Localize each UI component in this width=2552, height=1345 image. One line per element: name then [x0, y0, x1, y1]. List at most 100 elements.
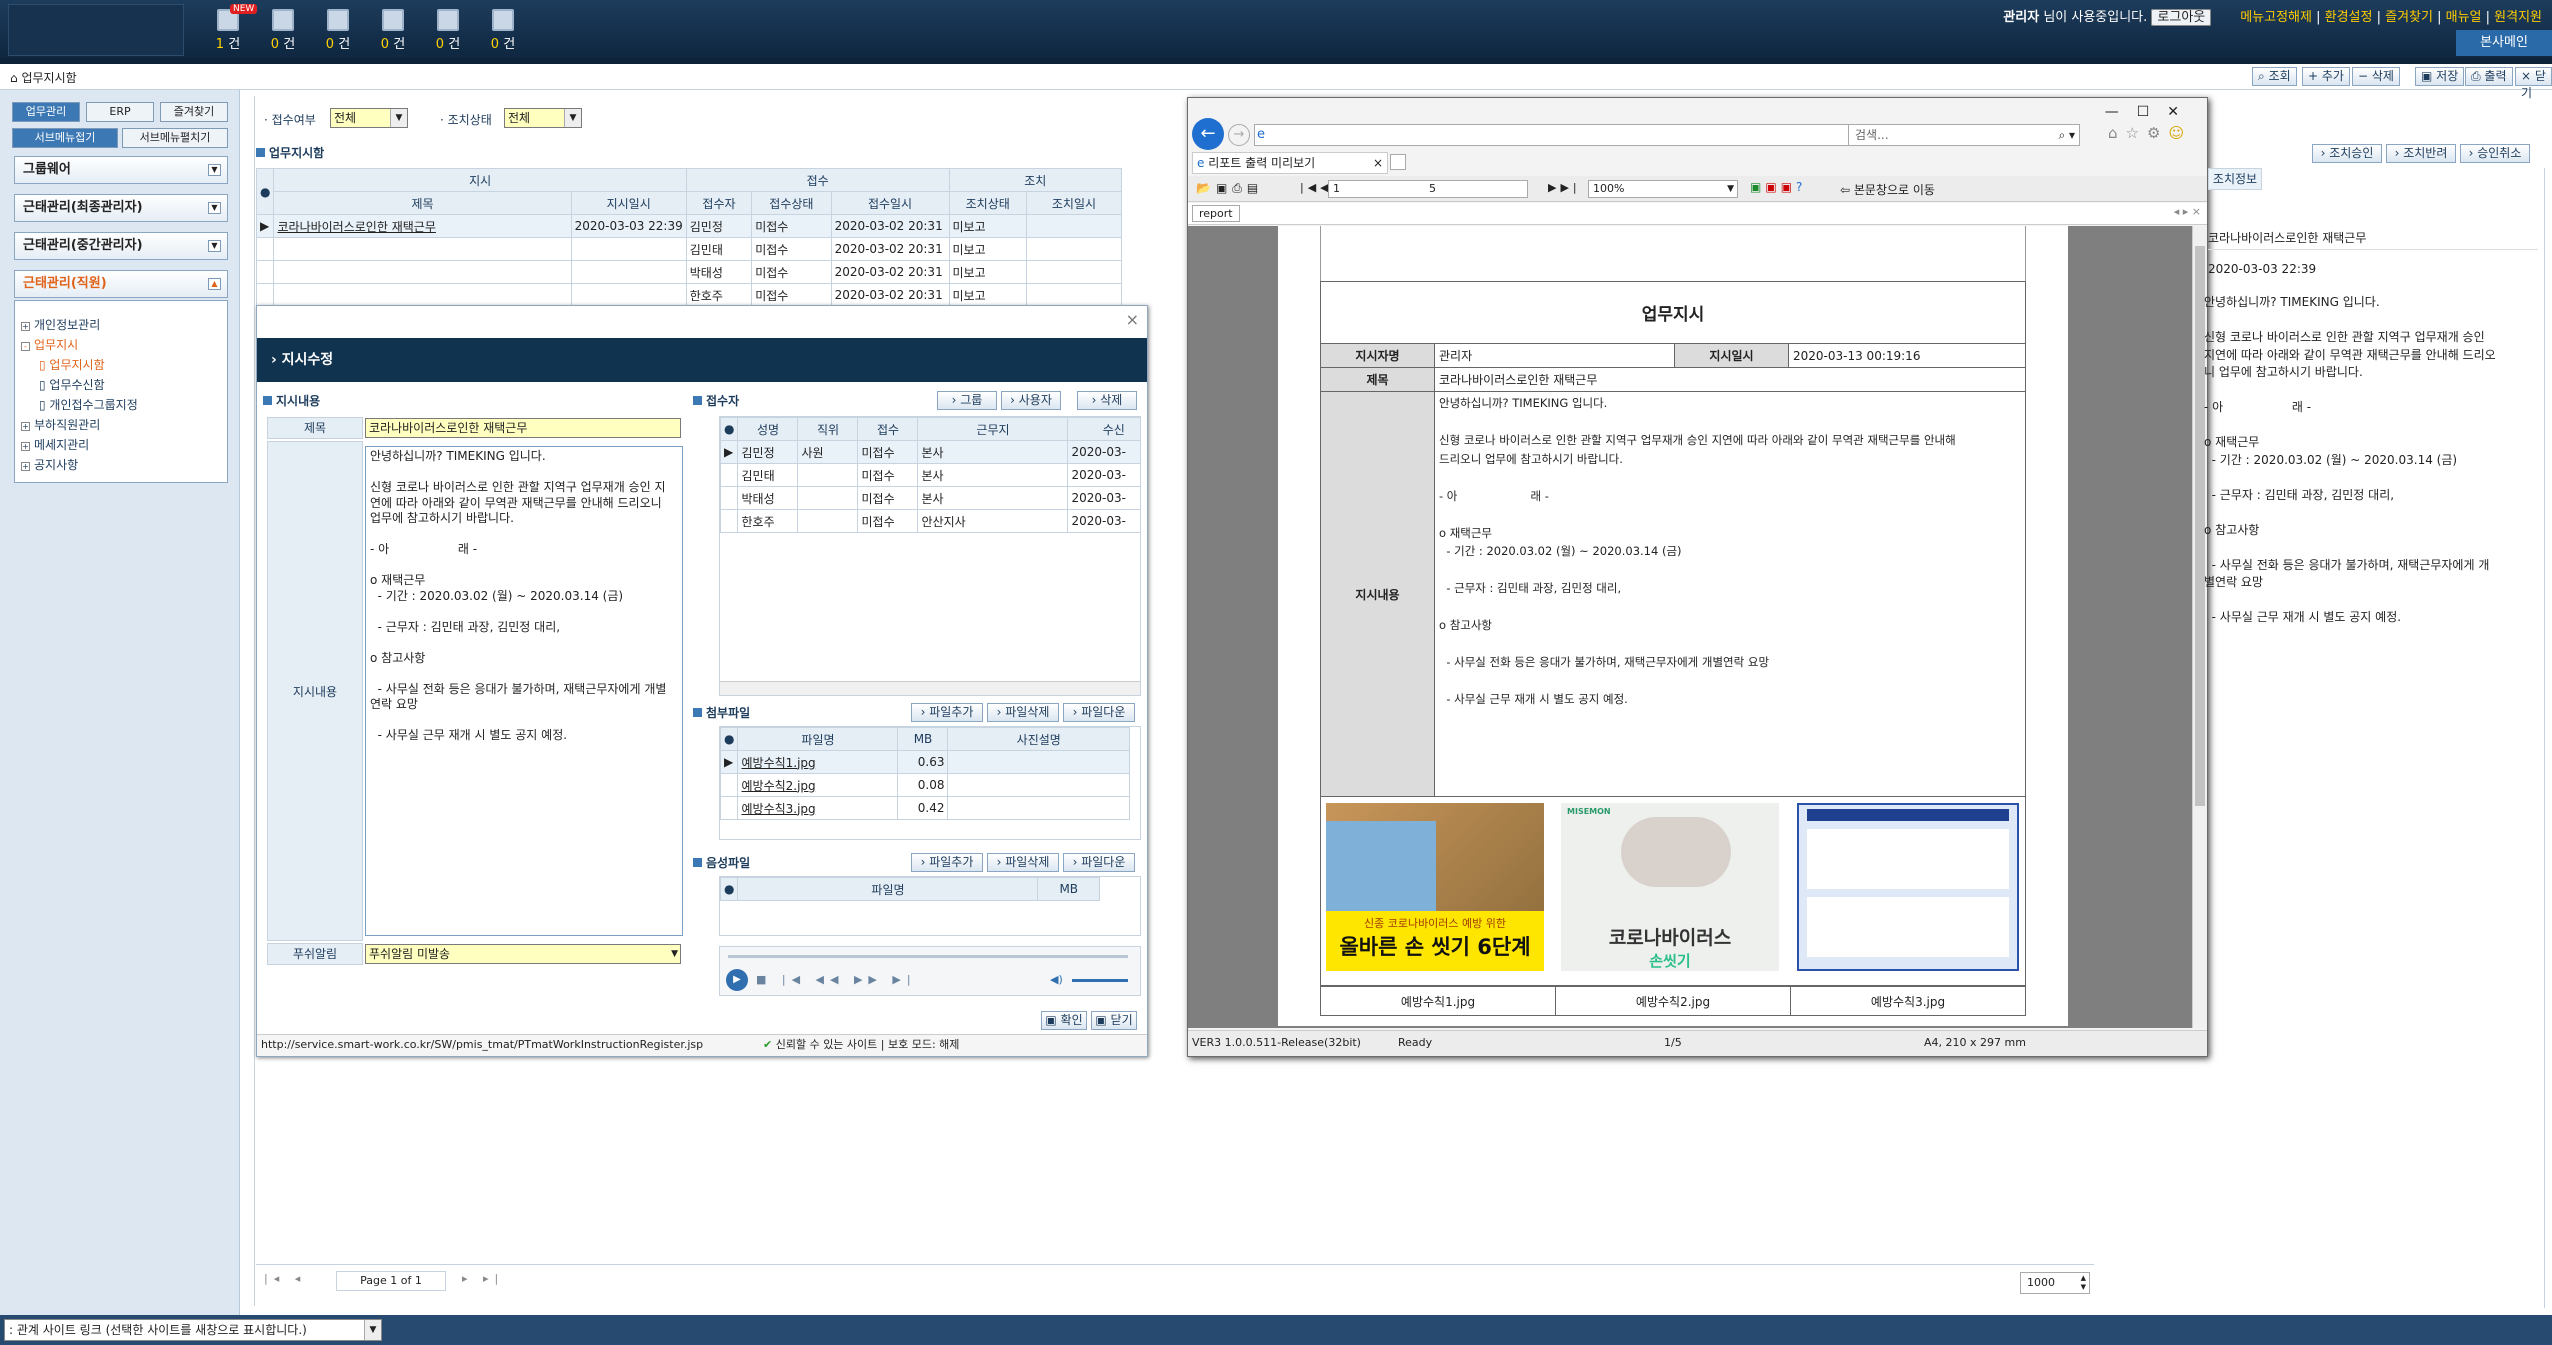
- browser-tab[interactable]: e 리포트 출력 미리보기 ×: [1192, 152, 1388, 174]
- menu-group-final-admin[interactable]: 근태관리(최종관리자) ▼: [14, 194, 228, 222]
- goto-main-button[interactable]: ⇦ 본문창으로 이동: [1840, 181, 1935, 198]
- mail-icon[interactable]: 0 건: [314, 6, 362, 54]
- tree-item-subordinates[interactable]: + 부하직원관리: [21, 416, 100, 433]
- delete-receiver-button[interactable]: › 삭제: [1077, 391, 1137, 410]
- close-button[interactable]: × 닫기: [2515, 67, 2552, 100]
- save-button[interactable]: ▣ 저장: [2415, 67, 2465, 86]
- user-button[interactable]: › 사용자: [1001, 391, 1061, 410]
- home-icon[interactable]: ⌂: [10, 71, 18, 85]
- dialog-close-icon[interactable]: ×: [1126, 310, 1139, 329]
- logout-button[interactable]: 로그아웃: [2151, 9, 2212, 26]
- table-row[interactable]: 한호주 미접수 안산지사 2020-03-: [720, 509, 1140, 533]
- submenu-expand-button[interactable]: 서브메뉴펼치기: [122, 128, 228, 148]
- table-row[interactable]: 박태성 미접수 2020-03-02 20:31 미보고: [255, 260, 1123, 284]
- table-row[interactable]: ▶ 코라나바이러스로인한 재택근무 2020-03-03 22:39 김민정 미접수 20…: [255, 214, 1123, 238]
- link-manual[interactable]: 매뉴얼: [2446, 10, 2482, 25]
- add-button[interactable]: + 추가: [2302, 67, 2350, 86]
- link-remote[interactable]: 원격지원: [2494, 10, 2542, 25]
- action-filter-select[interactable]: 전체 ▼: [504, 108, 582, 128]
- zoom-select[interactable]: 100% ▼: [1588, 180, 1738, 198]
- download-file-button[interactable]: › 파일다운: [1063, 703, 1135, 722]
- tab-work[interactable]: 업무관리: [12, 102, 80, 122]
- col-receipt-status[interactable]: 접수상태: [751, 191, 832, 215]
- delete-button[interactable]: − 삭제: [2352, 67, 2400, 86]
- col-date[interactable]: 지시일시: [570, 191, 687, 215]
- approve-action-button[interactable]: › 조치승인: [2312, 144, 2382, 163]
- link-settings[interactable]: 환경설정: [2325, 10, 2373, 25]
- delete-audio-button[interactable]: › 파일삭제: [987, 853, 1059, 872]
- report-tool-icons[interactable]: 📂▣⎙▤: [1196, 181, 1263, 196]
- tab-action-info[interactable]: 조치정보: [2208, 168, 2262, 190]
- table-row[interactable]: 김민태 미접수 본사 2020-03-: [720, 463, 1140, 487]
- receipt-filter-select[interactable]: 전체 ▼: [330, 108, 408, 128]
- next-last-icon[interactable]: ▸ ▸|: [462, 1272, 504, 1285]
- subject-input[interactable]: 코라나바이러스로인한 재택근무: [365, 418, 681, 438]
- volume-icon[interactable]: ◀): [1050, 973, 1063, 986]
- confirm-button[interactable]: ▣ 확인: [1041, 1011, 1087, 1030]
- last-page-icon[interactable]: ▶▶|: [1548, 181, 1581, 194]
- reject-action-button[interactable]: › 조치반려: [2386, 144, 2456, 163]
- play-icon[interactable]: ▶: [726, 969, 748, 991]
- table-row[interactable]: 한호주 미접수 2020-03-02 20:31 미보고: [255, 283, 1123, 307]
- table-row[interactable]: ▶ 김민정 사원 미접수 본사 2020-03-: [720, 440, 1140, 464]
- col-title[interactable]: 제목: [273, 191, 572, 215]
- tree-item-notices[interactable]: + 공지사항: [21, 456, 78, 473]
- address-bar[interactable]: e ▼ ↻: [1254, 124, 1914, 146]
- col-receipt-date[interactable]: 접수일시: [830, 191, 950, 215]
- download-audio-button[interactable]: › 파일다운: [1063, 853, 1135, 872]
- tab-close-icon[interactable]: ×: [1373, 153, 1383, 173]
- add-audio-button[interactable]: › 파일추가: [911, 853, 983, 872]
- report-tab[interactable]: report: [1192, 205, 1240, 222]
- spinner-icon[interactable]: ▲ ▼: [2081, 1274, 2086, 1292]
- rows-per-page-input[interactable]: 1000 ▲ ▼: [2020, 1272, 2090, 1294]
- table-row[interactable]: 김민태 미접수 2020-03-02 20:31 미보고: [255, 237, 1123, 261]
- horizontal-scrollbar[interactable]: [720, 681, 1140, 695]
- delete-file-button[interactable]: › 파일삭제: [987, 703, 1059, 722]
- col-receiver[interactable]: 접수자: [685, 191, 753, 215]
- related-sites-select[interactable]: : 관계 사이트 링크 (선택한 사이트를 새창으로 표시합니다.) ▼: [4, 1319, 382, 1341]
- tree-item-personal-info[interactable]: + 개인정보관리: [21, 316, 100, 333]
- link-menu-fix[interactable]: 메뉴고정해제: [2240, 10, 2312, 25]
- notice-icon[interactable]: 0 건: [479, 6, 527, 54]
- table-row[interactable]: 예방수칙3.jpg 0.42: [720, 796, 1130, 820]
- schedule-icon[interactable]: 0 건: [369, 6, 417, 54]
- group-button[interactable]: › 그룹: [937, 391, 997, 410]
- maximize-icon[interactable]: ☐: [2137, 104, 2168, 120]
- approval-icon[interactable]: NEW 1 건: [204, 4, 258, 54]
- tab-nav-icon[interactable]: ◂ ▸ ×: [2174, 205, 2201, 218]
- inbox-icon[interactable]: 0 건: [259, 6, 307, 54]
- table-row[interactable]: 박태성 미접수 본사 2020-03-: [720, 486, 1140, 510]
- print-button[interactable]: ⎙ 출력: [2465, 67, 2513, 86]
- menu-group-employee[interactable]: 근태관리(직원) ▲: [14, 270, 228, 298]
- export-icons[interactable]: ▣▣▣?: [1750, 180, 1806, 194]
- tree-item-instruction-box[interactable]: ▯ 업무지시함: [39, 356, 105, 373]
- window-close-icon[interactable]: ✕: [2167, 104, 2197, 120]
- dialog-close-button[interactable]: ▣ 닫기: [1091, 1011, 1137, 1030]
- submenu-collapse-button[interactable]: 서브메뉴접기: [12, 128, 118, 148]
- search-icon[interactable]: ⌕ ▾: [2058, 125, 2075, 145]
- tree-item-messages[interactable]: + 메세지관리: [21, 436, 89, 453]
- tab-erp[interactable]: ERP: [86, 102, 154, 122]
- back-icon[interactable]: ←: [1192, 118, 1224, 150]
- gear-icon[interactable]: ⚙: [2147, 124, 2168, 142]
- menu-group-groupware[interactable]: 그룹웨어 ▼: [14, 156, 228, 184]
- player-controls-icon[interactable]: ■ |◀ ◀◀ ▶▶ ▶|: [756, 973, 917, 986]
- audio-progress-bar[interactable]: [728, 955, 1128, 958]
- col-action-date[interactable]: 조치일시: [1025, 191, 1123, 215]
- content-textarea[interactable]: 안녕하십니까? TIMEKING 입니다. 신형 코로나 바이러스로 인한 관할…: [365, 446, 683, 936]
- add-file-button[interactable]: › 파일추가: [911, 703, 983, 722]
- notify-select[interactable]: 푸쉬알림 미발송 ▼: [365, 944, 681, 964]
- star-icon[interactable]: ☆: [2126, 124, 2147, 142]
- search-button[interactable]: ⌕ 조회: [2252, 67, 2297, 86]
- tree-item-receipt-group[interactable]: ▯ 개인접수그룹지정: [39, 396, 138, 413]
- menu-group-mid-admin[interactable]: 근태관리(중간관리자) ▼: [14, 232, 228, 260]
- tab-favorites[interactable]: 즐겨찾기: [160, 102, 228, 122]
- first-prev-icon[interactable]: |◂ ◂: [264, 1272, 306, 1285]
- tree-item-work-instruction[interactable]: - 업무지시: [21, 336, 78, 353]
- cancel-approval-button[interactable]: › 승인취소: [2460, 144, 2530, 163]
- new-tab-icon[interactable]: [1390, 154, 1406, 170]
- forward-icon[interactable]: →: [1228, 124, 1250, 146]
- search-input[interactable]: 검색... ⌕ ▾: [1848, 124, 2080, 146]
- col-action-status[interactable]: 조치상태: [948, 191, 1027, 215]
- link-favorites[interactable]: 즐겨찾기: [2385, 10, 2433, 25]
